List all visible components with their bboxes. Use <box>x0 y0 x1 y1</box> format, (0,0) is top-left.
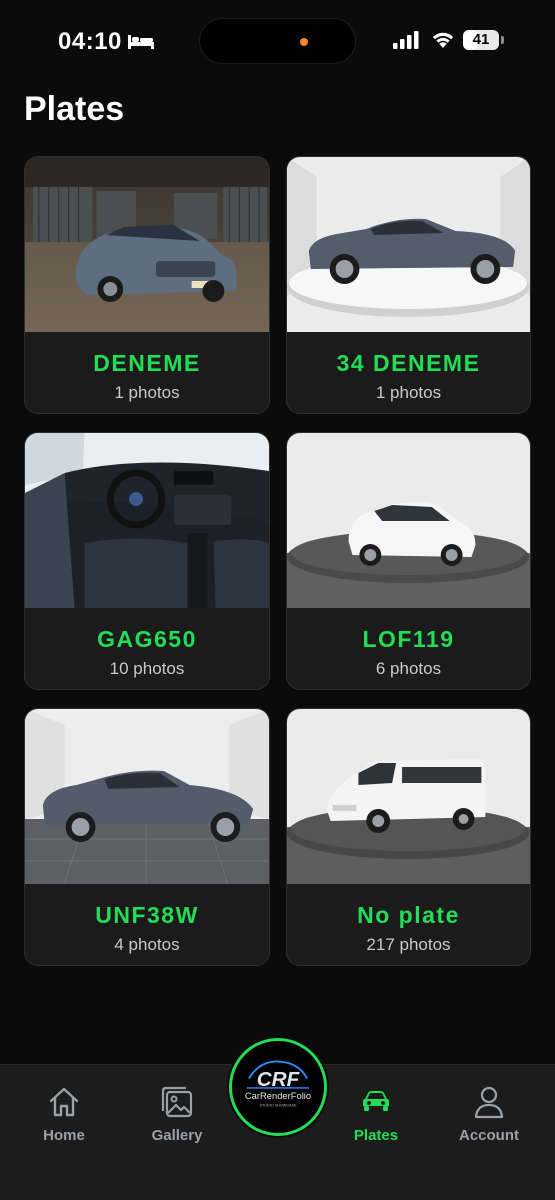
plates-grid: DENEME 1 photos 34 DENEME 1 photos GAG65… <box>24 156 531 966</box>
battery-icon: 41 <box>463 30 499 50</box>
tab-label: Account <box>459 1127 519 1144</box>
plate-card[interactable]: 34 DENEME 1 photos <box>286 156 531 414</box>
car-icon <box>363 1091 389 1111</box>
plate-number: LOF119 <box>362 626 455 652</box>
plate-number: DENEME <box>93 350 201 376</box>
tab-label: Plates <box>353 1127 399 1144</box>
photo-count: 1 photos <box>375 383 442 402</box>
tab-plates[interactable]: Plates <box>331 1085 421 1144</box>
dynamic-island <box>199 18 356 64</box>
plate-thumbnail <box>25 709 269 884</box>
plate-number: No plate <box>357 902 460 928</box>
photo-count: 4 photos <box>114 935 180 954</box>
center-logo-button[interactable]: CRF CarRenderFolio STUDIO SHOWCASE <box>229 1038 327 1136</box>
plate-card[interactable]: GAG650 10 photos <box>24 432 270 690</box>
tab-home[interactable]: Home <box>19 1085 109 1144</box>
plate-card[interactable]: DENEME 1 photos <box>24 156 270 414</box>
camera-indicator <box>300 38 308 46</box>
tab-label: Home <box>43 1127 85 1144</box>
plate-thumbnail <box>287 709 530 884</box>
signal-icon <box>393 31 419 49</box>
page-title: Plates <box>24 90 125 128</box>
plate-number: UNF38W <box>95 902 199 928</box>
plate-card[interactable]: No plate 217 photos <box>286 708 531 966</box>
plate-thumbnail <box>25 433 269 608</box>
bed-icon <box>128 35 154 49</box>
photo-count: 217 photos <box>366 935 451 954</box>
battery-cap <box>501 36 504 44</box>
wifi-icon <box>432 32 454 48</box>
plate-card[interactable]: UNF38W 4 photos <box>24 708 270 966</box>
photo-count: 1 photos <box>114 383 180 402</box>
tab-account[interactable]: Account <box>444 1085 534 1144</box>
battery-percent: 41 <box>472 31 490 48</box>
logo-text: CRF <box>257 1068 301 1091</box>
logo-name: CarRenderFolio <box>245 1091 311 1101</box>
tab-label: Gallery <box>151 1127 203 1144</box>
photo-count: 10 photos <box>109 659 185 678</box>
logo-tagline: STUDIO SHOWCASE <box>259 1104 297 1108</box>
plate-number: GAG650 <box>97 626 197 652</box>
plate-card[interactable]: LOF119 6 photos <box>286 432 531 690</box>
status-bar: 04:10 41 <box>0 0 555 80</box>
plate-thumbnail <box>287 433 530 608</box>
gallery-icon <box>161 1086 193 1118</box>
status-time: 04:10 <box>58 28 122 55</box>
plate-number: 34 DENEME <box>336 350 481 376</box>
plate-thumbnail <box>287 157 530 332</box>
crf-logo: CRF CarRenderFolio STUDIO SHOWCASE <box>232 1041 324 1133</box>
tab-gallery[interactable]: Gallery <box>132 1085 222 1144</box>
person-icon <box>474 1086 504 1119</box>
plate-thumbnail <box>25 157 269 332</box>
home-icon <box>49 1087 79 1117</box>
photo-count: 6 photos <box>375 659 442 678</box>
